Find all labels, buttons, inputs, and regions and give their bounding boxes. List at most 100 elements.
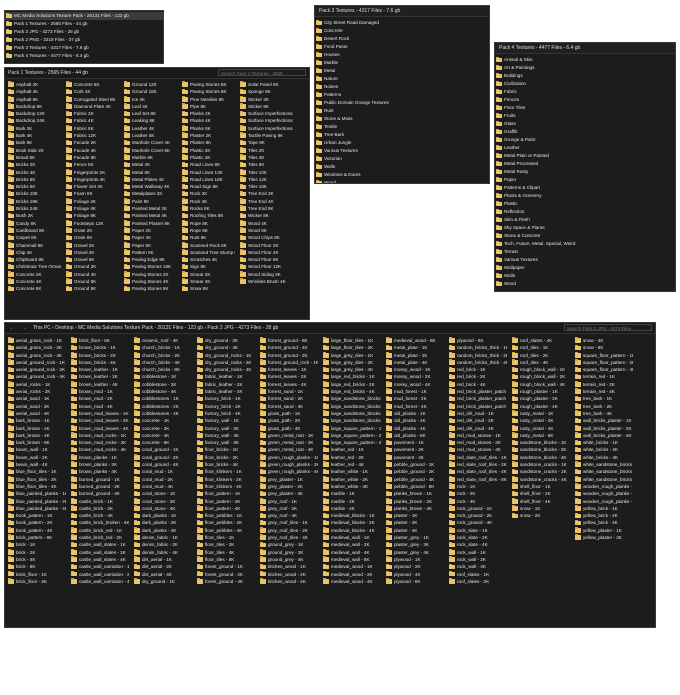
folder-item[interactable]: rusty_metal - 4K (511, 425, 570, 432)
folder-item[interactable]: Road Sign 8K (181, 183, 235, 190)
folder-item[interactable]: Flower Set 4K (65, 183, 119, 190)
folder-item[interactable]: Bricks 2K (7, 161, 61, 168)
folder-item[interactable]: bark_brown - 2K (7, 425, 66, 432)
folder-item[interactable]: Paving Edge 8K (123, 256, 177, 263)
folder-item[interactable]: Bricks 24K (7, 205, 61, 212)
folder-item[interactable]: Fabric 2K (65, 110, 119, 117)
folder-item[interactable]: brown_mud_rocks - 1K (70, 432, 129, 439)
folder-item[interactable]: Bush 2K (7, 212, 61, 219)
folder-item[interactable]: dirt_aerial - 4K (133, 570, 192, 578)
folder-item[interactable]: Fabric 12K (65, 132, 119, 139)
folder-item[interactable]: large_square_pattern - 1K (322, 425, 381, 432)
folder-item[interactable]: square_floor_pattern - 4K (574, 366, 633, 373)
folder-item[interactable]: church_bricks - 8K (133, 366, 192, 373)
folder-item[interactable]: mud_forest - 1K (385, 388, 444, 395)
folder-item[interactable]: Surface Imperfections 8K (239, 125, 293, 132)
folder-item[interactable]: brown_mud_rocks - 4K (70, 446, 129, 453)
folder-item[interactable]: sandstone_blocks - 1K (511, 439, 570, 446)
folder-item[interactable]: forest_ground - 1K (196, 563, 255, 570)
folder-item[interactable]: Metal Rusty (495, 168, 675, 176)
folder-item[interactable]: medieval_wall - 1K (322, 534, 381, 541)
folder-item[interactable]: Leaf Set 8K (123, 110, 177, 117)
folder-item[interactable]: random_bricks_thick - 1K (448, 344, 507, 351)
folder-item[interactable]: Paper 8K (123, 242, 177, 249)
folder-item[interactable]: rock - 4K (448, 498, 507, 505)
folder-item[interactable]: floor_tiles - 4K (196, 549, 255, 556)
folder-item[interactable]: wall_bricks_plaster - 1K (574, 417, 633, 424)
folder-item[interactable]: brown_mud_rocks - 2K (70, 439, 129, 446)
folder-item[interactable]: Fond Paste (315, 43, 489, 51)
folder-item[interactable]: kitchen_wood - 1K (259, 563, 318, 570)
folder-item[interactable]: leather_white - 1K (322, 468, 381, 475)
folder-item[interactable]: metal_plate - 2K (385, 352, 444, 359)
folder-item[interactable]: red_mud_stones - 4K (448, 446, 507, 453)
folder-item[interactable]: Tactile Paving 8K (239, 132, 293, 139)
folder-item[interactable]: Painted Plaster 8K (123, 220, 177, 227)
folder-item[interactable]: Smear 4K (181, 278, 235, 285)
folder-item[interactable]: cobblestone - 4K (133, 388, 192, 395)
folder-item[interactable]: rough_block_wall - 2K (511, 373, 570, 380)
folder-item[interactable]: dark_planks - 4K (133, 527, 192, 534)
folder-item[interactable]: Paper (495, 176, 675, 184)
folder-item[interactable]: Corrugated Steel 8K (65, 96, 119, 103)
folder-item[interactable]: Fingerprints 2K (65, 169, 119, 176)
folder-item[interactable]: brown_leather - 1K (70, 366, 129, 373)
folder-item[interactable]: Rust (315, 107, 489, 115)
folder-item[interactable]: white_bricks - 2K (574, 446, 633, 453)
folder-item[interactable]: red_slate_roof_tiles - 4K (448, 468, 507, 475)
folder-item[interactable]: coral_ground - 2K (133, 454, 192, 461)
folder-item[interactable]: Wood Siding 8K (239, 271, 293, 278)
folder-item[interactable]: large_floor_tiles - 1K (322, 337, 381, 344)
folder-item[interactable]: marble - 1K (322, 490, 381, 497)
folder-item[interactable]: Facade 4K (65, 147, 119, 154)
folder-item[interactable]: grey_roof_tiles - 1K (259, 519, 318, 526)
folder-item[interactable]: white_bricks - 1K (574, 439, 633, 446)
folder-item[interactable]: leather_white - 4K (322, 483, 381, 490)
folder-item[interactable]: church_bricks - 2K (133, 352, 192, 359)
folder-item[interactable]: blue_floor_tiles - 2K (7, 476, 66, 483)
folder-item[interactable]: factory_wall - 8K (196, 439, 255, 446)
folder-item[interactable]: forest_ground - 4K (196, 578, 255, 585)
folder-item[interactable]: blue_painted_planks - 2K (7, 498, 66, 505)
folder-item[interactable]: Concrete 2K (7, 271, 61, 278)
folder-item[interactable]: Wrinkles Brush 4K (239, 278, 293, 285)
folder-item[interactable]: castle_wall_slates - 4K (70, 556, 129, 563)
folder-item[interactable]: Sign 8K (181, 263, 235, 270)
folder-item[interactable]: yellow_plaster - 1K (574, 527, 633, 534)
folder-item[interactable]: kitchen_wood - 2K (259, 570, 318, 578)
folder-item[interactable]: Metalplates 2K (123, 190, 177, 197)
folder-item[interactable]: roof_tiles - 4K (511, 359, 570, 366)
folder-item[interactable]: Pine Needles 8K (181, 96, 235, 103)
folder-item[interactable]: Tiles 8K (239, 161, 293, 168)
folder-item[interactable]: pavement - 2K (385, 446, 444, 453)
folder-item[interactable]: book_pattern - 4K (7, 527, 66, 534)
folder-item[interactable]: Backdrop 24K (7, 117, 61, 124)
folder-item[interactable]: blue_painted_planks - 4K (7, 505, 66, 512)
folder-item[interactable]: Road Lines 13K (181, 169, 235, 176)
folder-item[interactable]: Concrete 8K (7, 285, 61, 292)
folder-item[interactable]: brown_bricks - 1K (70, 344, 129, 351)
folder-item[interactable]: Roofing Tiles 8K (181, 212, 235, 219)
folder-item[interactable]: blue_floor_tiles - 4K (7, 483, 66, 490)
folder-item[interactable]: Tape 8K (239, 139, 293, 146)
folder-item[interactable]: Fruits (495, 112, 675, 120)
folder-item[interactable]: coral_stone - 2K (133, 498, 192, 505)
folder-item[interactable]: rough_plaster - 1K (511, 388, 570, 395)
folder-item[interactable]: Foliage 2K (65, 198, 119, 205)
folder-item[interactable]: castle_brick_red - 2K (70, 534, 129, 541)
folder-item[interactable]: dirt_aerial - 1K (133, 556, 192, 563)
folder-item[interactable]: green_metal_rust - 1K (259, 432, 318, 439)
folder-item[interactable]: Terrain (495, 248, 675, 256)
folder-item[interactable]: rough_plaster - 4K (511, 403, 570, 410)
folder-item[interactable]: wooden_rough_planks - 4K (574, 498, 633, 505)
folder-item[interactable]: Plastic 2K (181, 147, 235, 154)
folder-item[interactable]: medieval_wood - 1K (322, 563, 381, 570)
folder-item[interactable]: floor_bricks - 1K (196, 446, 255, 453)
folder-item[interactable]: aerial_rocks - 2K (7, 388, 66, 395)
folder-item[interactable]: forest_ground - 2K (196, 570, 255, 578)
folder-item[interactable]: dry_ground - 2K (196, 337, 255, 344)
folder-item[interactable]: brown_bricks - 4K (70, 359, 129, 366)
folder-item[interactable]: metal_plate - 4K (385, 359, 444, 366)
folder-item[interactable]: Rock 4K (181, 198, 235, 205)
folder-item[interactable]: Bark 8K (7, 139, 61, 146)
